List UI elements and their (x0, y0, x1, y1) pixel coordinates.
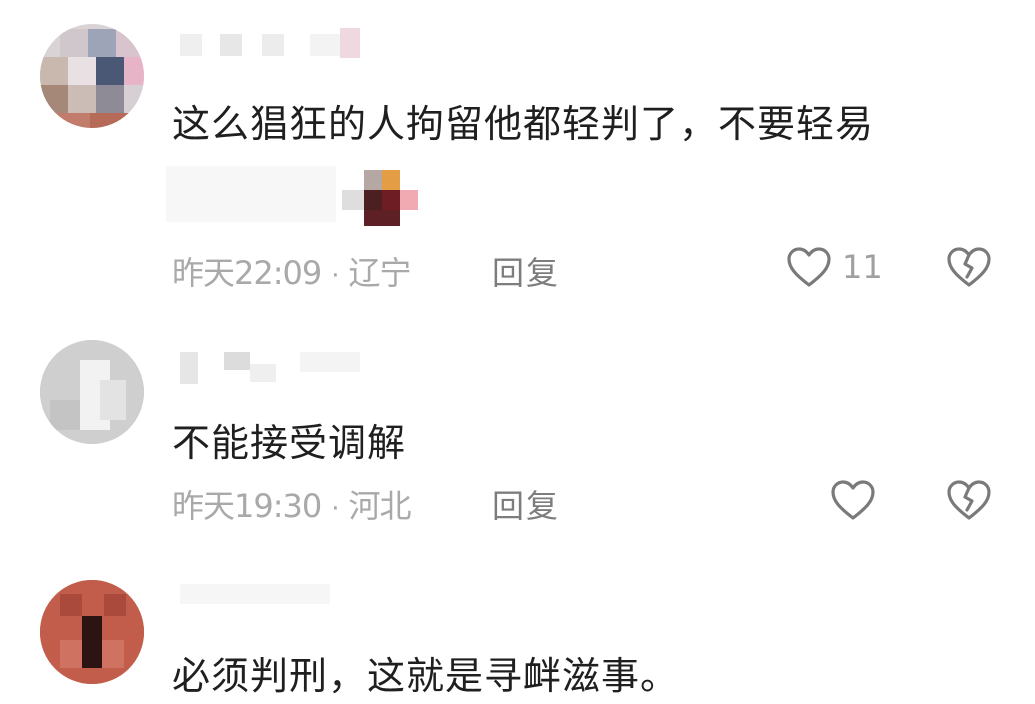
like-button[interactable]: 11 (786, 246, 883, 288)
meta-separator: · (331, 261, 339, 291)
reply-button[interactable]: 回复 (492, 248, 560, 294)
avatar[interactable] (40, 580, 144, 684)
avatar[interactable] (40, 340, 144, 444)
heart-outline-icon (830, 479, 876, 521)
username-blurred[interactable] (180, 352, 380, 384)
heart-outline-icon (786, 246, 832, 288)
broken-heart-icon (946, 479, 992, 521)
reply-button[interactable]: 回复 (492, 481, 560, 527)
comment-text: 这么猖狂的人拘留他都轻判了，不要轻易 (172, 102, 875, 146)
like-button[interactable] (830, 479, 876, 521)
comment-text: 必须判刑，这就是寻衅滋事。 (172, 654, 680, 698)
broken-heart-icon (946, 246, 992, 288)
username-blurred[interactable] (180, 584, 350, 610)
comment-time: 昨天19:30 (172, 487, 322, 525)
username-blurred[interactable] (180, 28, 380, 60)
sticker-blurred (166, 166, 426, 230)
comment-meta: 昨天19:30 · 河北 (172, 481, 412, 527)
comment-location: 河北 (348, 487, 412, 525)
dislike-button[interactable] (946, 479, 992, 521)
avatar[interactable] (40, 24, 144, 128)
comment-meta: 昨天22:09 · 辽宁 (172, 248, 412, 294)
like-count: 11 (842, 248, 883, 286)
comment-location: 辽宁 (348, 254, 412, 292)
comment-text: 不能接受调解 (172, 421, 407, 465)
comment-time: 昨天22:09 (172, 254, 322, 292)
dislike-button[interactable] (946, 246, 992, 288)
meta-separator: · (331, 494, 339, 524)
